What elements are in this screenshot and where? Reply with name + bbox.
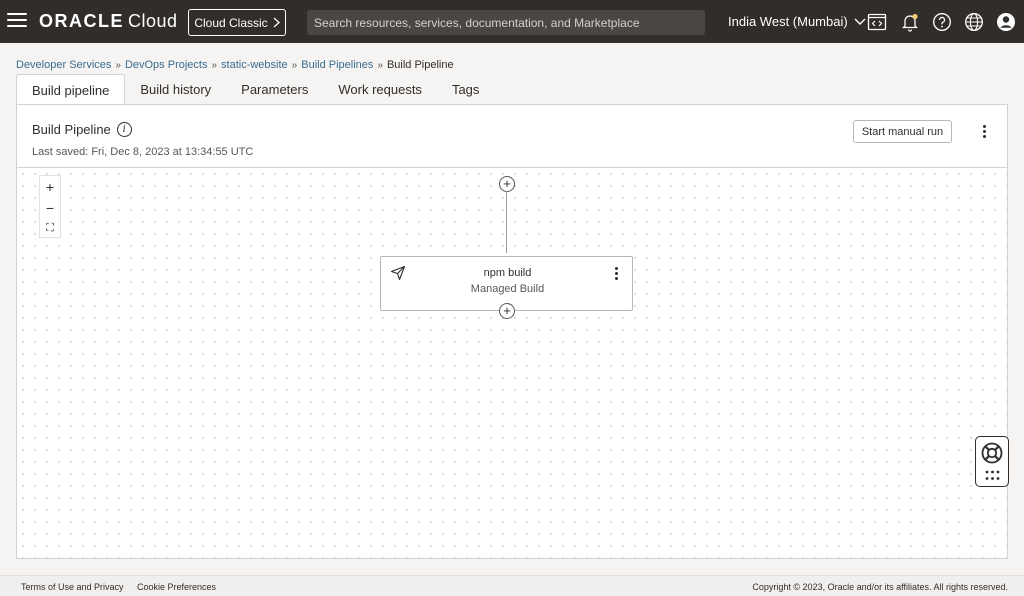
add-stage-top-button[interactable]: + — [499, 176, 515, 192]
oracle-cloud-logo[interactable]: ORACLE Cloud — [39, 11, 178, 32]
pipeline-canvas[interactable]: + − ⛶ + npm build Managed Build + — [17, 168, 1007, 558]
profile-icon[interactable] — [996, 12, 1016, 32]
tab-bar: Build pipeline Build history Parameters … — [16, 74, 494, 105]
copyright-text: Copyright © 2023, Oracle and/or its affi… — [752, 582, 1008, 592]
cloud-classic-button[interactable]: Cloud Classic — [188, 9, 286, 36]
region-label: India West (Mumbai) — [728, 14, 848, 29]
search-placeholder: Search resources, services, documentatio… — [314, 15, 640, 30]
stage-more-actions-icon[interactable] — [615, 267, 618, 280]
pipeline-connector — [506, 191, 507, 253]
chevron-down-icon — [854, 18, 866, 25]
breadcrumb-current: Build Pipeline — [386, 59, 454, 71]
breadcrumb-separator: » — [115, 59, 121, 71]
logo-oracle-text: ORACLE — [39, 11, 124, 31]
terms-link[interactable]: Terms of Use and Privacy — [21, 582, 124, 592]
breadcrumb-build-pipelines[interactable]: Build Pipelines — [301, 59, 373, 71]
cookie-preferences-link[interactable]: Cookie Preferences — [137, 582, 216, 592]
breadcrumb-static-website[interactable]: static-website — [221, 59, 288, 71]
breadcrumb-separator: » — [211, 59, 218, 71]
logo-cloud-text: Cloud — [128, 11, 178, 31]
tab-build-pipeline[interactable]: Build pipeline — [16, 74, 126, 105]
cloud-classic-label: Cloud Classic — [194, 15, 268, 30]
breadcrumb: Developer Services » DevOps Projects » s… — [16, 59, 454, 71]
fit-to-screen-button[interactable]: ⛶ — [40, 218, 60, 239]
add-stage-bottom-button[interactable]: + — [499, 303, 515, 319]
breadcrumb-separator: » — [291, 59, 298, 71]
zoom-controls: + − ⛶ — [39, 175, 61, 238]
stage-name: npm build — [483, 267, 532, 279]
panel-title: Build Pipeline i — [32, 122, 132, 137]
menu-icon[interactable] — [7, 13, 27, 29]
tab-work-requests[interactable]: Work requests — [323, 74, 437, 104]
last-saved-text: Last saved: Fri, Dec 8, 2023 at 13:34:55… — [32, 146, 254, 158]
notifications-icon[interactable] — [900, 12, 920, 32]
region-selector[interactable]: India West (Mumbai) — [728, 14, 866, 29]
code-editor-icon[interactable] — [867, 12, 887, 32]
build-pipeline-panel: Build Pipeline i Last saved: Fri, Dec 8,… — [16, 104, 1008, 559]
search-input[interactable]: Search resources, services, documentatio… — [307, 10, 705, 35]
tab-build-history[interactable]: Build history — [125, 74, 226, 104]
help-icon[interactable] — [932, 12, 952, 32]
grid-dots-icon — [985, 470, 1000, 480]
zoom-in-button[interactable]: + — [40, 176, 60, 197]
chevron-right-icon — [273, 17, 280, 28]
more-actions-icon[interactable] — [983, 125, 986, 138]
language-icon[interactable] — [964, 12, 984, 32]
breadcrumb-separator: » — [377, 59, 383, 71]
zoom-out-button[interactable]: − — [40, 197, 60, 218]
breadcrumb-developer-services[interactable]: Developer Services — [16, 59, 111, 71]
info-icon[interactable]: i — [116, 122, 132, 137]
footer: Terms of Use and Privacy Cookie Preferen… — [0, 575, 1024, 596]
lifebuoy-icon — [981, 442, 1003, 464]
breadcrumb-devops-projects[interactable]: DevOps Projects — [125, 59, 208, 71]
tab-parameters[interactable]: Parameters — [226, 74, 323, 104]
start-manual-run-button[interactable]: Start manual run — [853, 120, 952, 143]
help-widget[interactable] — [975, 436, 1009, 487]
tab-tags[interactable]: Tags — [437, 74, 494, 104]
panel-title-text: Build Pipeline — [32, 122, 111, 137]
panel-header: Build Pipeline i Last saved: Fri, Dec 8,… — [17, 105, 1007, 168]
top-navigation-bar: ORACLE Cloud Cloud Classic Search resourc… — [0, 0, 1024, 43]
stage-type: Managed Build — [470, 283, 545, 295]
